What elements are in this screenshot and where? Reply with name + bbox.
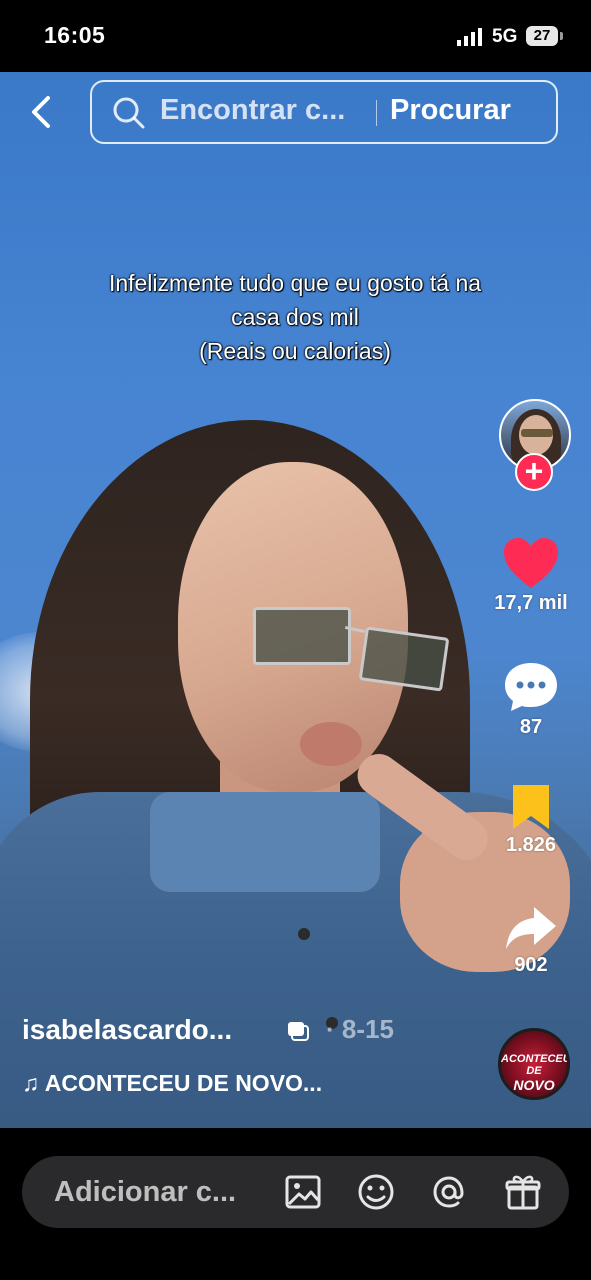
- save-button[interactable]: 1.826: [486, 782, 576, 857]
- status-bar: 16:05 5G 27: [0, 0, 591, 72]
- bookmark-icon: [513, 785, 549, 829]
- comment-button[interactable]: 87: [486, 660, 576, 739]
- share-count: 902: [514, 954, 548, 976]
- search-icon: [113, 97, 145, 129]
- emoji-icon[interactable]: [356, 1172, 396, 1212]
- comment-count: 87: [519, 716, 543, 738]
- follow-button[interactable]: +: [515, 453, 553, 491]
- network-type: 5G: [492, 26, 518, 47]
- like-button[interactable]: 17,7 mil: [486, 536, 576, 615]
- author-username[interactable]: isabelascardo...: [22, 1014, 232, 1046]
- share-button[interactable]: 902: [486, 904, 576, 977]
- video-caption: Infelizmente tudo que eu gosto tá na cas…: [40, 266, 550, 368]
- status-time: 16:05: [44, 22, 106, 48]
- caption-line: casa dos mil: [231, 304, 359, 330]
- save-count: 1.826: [505, 834, 557, 856]
- disc-text-line: ACONTECEU DE: [501, 1053, 570, 1077]
- comment-bubble-icon: [505, 663, 557, 711]
- post-date: · 8-15: [326, 1014, 394, 1044]
- sunglasses-lens-right: [358, 626, 450, 692]
- heart-icon: [504, 538, 558, 588]
- sunglasses-lens-left: [253, 607, 351, 665]
- repost-icon: [288, 1022, 309, 1041]
- like-count: 17,7 mil: [494, 592, 568, 614]
- caption-line: Infelizmente tudo que eu gosto tá na: [108, 270, 482, 296]
- music-disc[interactable]: ACONTECEU DE NOVO: [498, 1028, 570, 1100]
- lips: [300, 722, 362, 766]
- battery-icon: 27: [526, 26, 563, 46]
- back-arrow-icon[interactable]: [26, 92, 56, 132]
- search-divider: [376, 100, 377, 126]
- mention-icon[interactable]: [429, 1172, 469, 1212]
- image-icon[interactable]: [283, 1172, 323, 1212]
- search-button[interactable]: Procurar: [390, 94, 511, 127]
- jacket-button: [298, 928, 310, 940]
- signal-icon: [457, 28, 482, 46]
- search-input[interactable]: Encontrar c...: [160, 94, 345, 127]
- caption-line: (Reais ou calorias): [199, 338, 391, 364]
- avatar-glasses: [521, 429, 553, 437]
- comment-input[interactable]: Adicionar c...: [54, 1176, 236, 1209]
- disc-text-line: NOVO: [513, 1077, 555, 1093]
- music-title[interactable]: ♫ ACONTECEU DE NOVO...: [22, 1070, 322, 1097]
- share-arrow-icon: [506, 907, 556, 949]
- music-disc-label: ACONTECEU DE NOVO: [501, 1053, 567, 1093]
- gift-icon[interactable]: [503, 1172, 543, 1212]
- jacket-collar: [150, 792, 380, 892]
